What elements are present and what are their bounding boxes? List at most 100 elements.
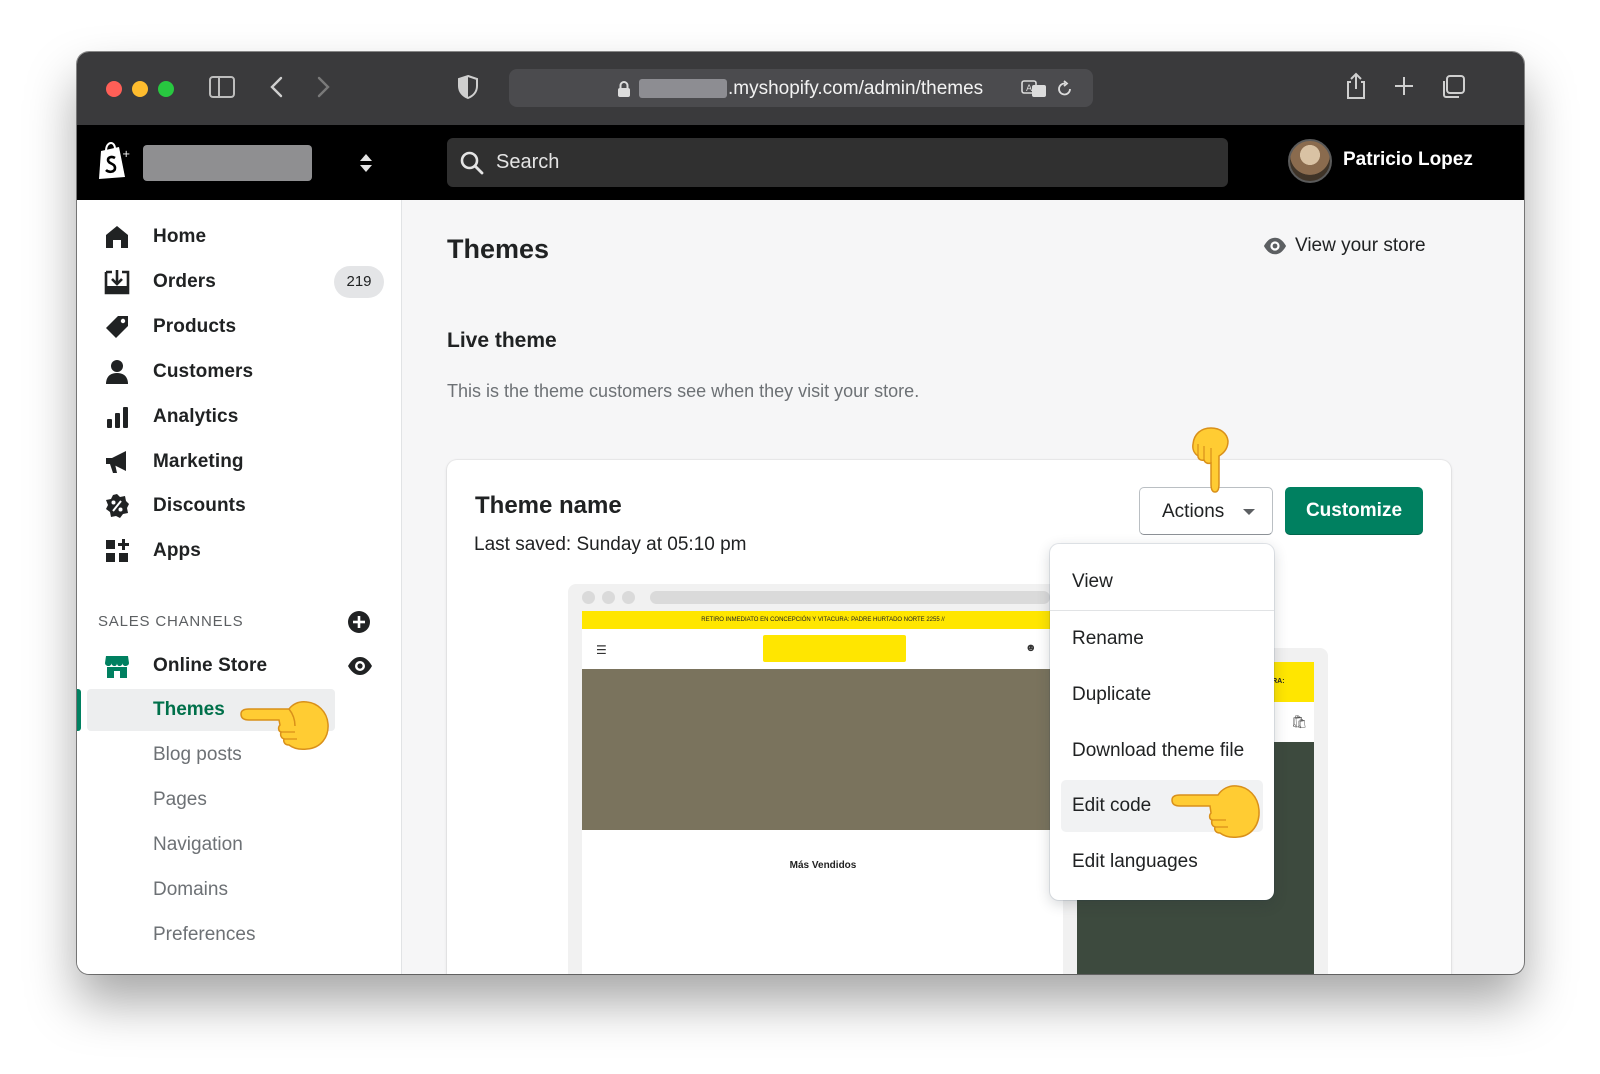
redacted-store-subdomain	[639, 79, 727, 98]
reload-icon[interactable]	[1055, 79, 1075, 99]
sidebar-item-customers[interactable]: Customers	[77, 352, 402, 392]
menu-item-duplicate[interactable]: Duplicate	[1050, 669, 1274, 721]
menu-item-download-theme-file[interactable]: Download theme file	[1050, 725, 1274, 777]
megaphone-icon	[106, 451, 126, 473]
sidebar-subitem-label: Preferences	[153, 924, 256, 945]
customize-button[interactable]: Customize	[1285, 487, 1423, 535]
sidebar-item-apps[interactable]: Apps	[77, 531, 402, 571]
tag-icon	[106, 316, 128, 338]
orders-icon	[104, 270, 130, 295]
caret-down-icon	[1243, 509, 1255, 515]
zoom-window-button[interactable]	[158, 81, 174, 97]
home-icon	[106, 226, 128, 248]
actions-dropdown-menu: View Rename Duplicate Download theme fil…	[1050, 544, 1274, 900]
pointing-hand-left-to-edit-code-icon	[1171, 785, 1260, 838]
sidebar-subitem-domains[interactable]: Domains	[87, 869, 335, 911]
preview-dot	[602, 591, 615, 604]
avatar[interactable]	[1288, 139, 1332, 183]
desktop-theme-preview[interactable]: RETIRO INMEDIATO EN CONCEPCIÓN Y VITACUR…	[568, 584, 1064, 974]
menu-item-label: Edit code	[1072, 795, 1152, 816]
close-window-button[interactable]	[106, 81, 122, 97]
sidebar-item-label: Marketing	[153, 451, 244, 472]
share-icon[interactable]	[1345, 71, 1367, 101]
sidebar-item-marketing[interactable]: Marketing	[77, 442, 402, 482]
sidebar-subitem-label: Themes	[153, 699, 225, 720]
sidebar-subitem-label: Navigation	[153, 834, 243, 855]
menu-item-label: Download theme file	[1072, 740, 1245, 761]
sidebar-item-label: Home	[153, 226, 207, 247]
sidebar-item-label: Customers	[153, 361, 254, 382]
live-theme-title: Live theme	[447, 329, 557, 352]
sidebar-item-analytics[interactable]: Analytics	[77, 397, 402, 437]
menu-item-view[interactable]: View	[1050, 556, 1274, 608]
orders-count-badge: 219	[334, 266, 384, 298]
pointing-hand-right-icon	[240, 701, 329, 750]
store-name-redacted[interactable]	[143, 145, 312, 181]
last-saved-text: Last saved: Sunday at 05:10 pm	[474, 534, 747, 555]
preview-screen: RETIRO INMEDIATO EN CONCEPCIÓN Y VITACUR…	[582, 611, 1064, 974]
preview-dot	[582, 591, 595, 604]
tab-overview-icon[interactable]	[1440, 74, 1466, 100]
pointing-hand-down-icon	[1192, 427, 1229, 493]
sidebar-toggle-icon[interactable]	[208, 74, 236, 100]
preview-header: ☰ ☻	[582, 629, 1064, 669]
menu-item-label: Duplicate	[1072, 684, 1152, 705]
sidebar-item-label: Products	[153, 316, 237, 337]
sidebar: Home Orders 219 Products Customers Analy…	[77, 200, 402, 974]
sidebar-item-orders[interactable]: Orders 219	[77, 262, 402, 302]
person-icon	[106, 360, 128, 384]
search-placeholder: Search	[496, 151, 560, 173]
lock-icon	[618, 81, 630, 97]
back-arrow-icon[interactable]	[267, 74, 287, 100]
preview-hero-image	[582, 669, 1064, 830]
actions-button-label: Actions	[1162, 501, 1225, 522]
sidebar-item-products[interactable]: Products	[77, 307, 402, 347]
apps-icon	[106, 539, 129, 562]
shopify-logo-icon[interactable]: +	[95, 141, 131, 181]
preview-url-bar	[650, 591, 1050, 604]
new-tab-icon[interactable]	[1393, 74, 1415, 98]
svg-text:+: +	[122, 149, 130, 160]
privacy-shield-icon[interactable]	[457, 74, 479, 100]
sidebar-item-label: Discounts	[153, 495, 246, 516]
sidebar-item-discounts[interactable]: Discounts	[77, 486, 402, 526]
add-channel-icon[interactable]	[347, 610, 371, 634]
sidebar-item-label: Analytics	[153, 406, 239, 427]
menu-item-rename[interactable]: Rename	[1050, 613, 1274, 665]
menu-item-label: View	[1072, 571, 1113, 592]
preview-dot	[622, 591, 635, 604]
cart-icon: 🛍	[1291, 714, 1308, 729]
translate-icon[interactable]: A	[1021, 79, 1049, 99]
eye-icon	[1263, 237, 1287, 255]
hamburger-menu-icon: ☰	[596, 643, 607, 657]
discount-icon	[106, 494, 129, 518]
theme-name: Theme name	[475, 492, 622, 519]
url-text: .myshopify.com/admin/themes	[728, 78, 984, 99]
minimize-window-button[interactable]	[132, 81, 148, 97]
admin-topbar: + Search Patricio Lopez	[77, 125, 1524, 200]
search-input[interactable]: Search	[447, 138, 1228, 187]
online-store-icon	[105, 656, 129, 678]
address-bar[interactable]: .myshopify.com/admin/themes A	[509, 69, 1093, 107]
menu-item-edit-languages[interactable]: Edit languages	[1050, 836, 1274, 888]
user-name[interactable]: Patricio Lopez	[1343, 149, 1473, 171]
sidebar-item-home[interactable]: Home	[77, 217, 402, 257]
view-online-store-eye-icon[interactable]	[347, 656, 373, 676]
browser-window: .myshopify.com/admin/themes A + Search P…	[77, 52, 1524, 974]
sidebar-subitem-label: Domains	[153, 879, 228, 900]
sidebar-subitem-preferences[interactable]: Preferences	[87, 914, 335, 956]
preview-announcement-bar: RETIRO INMEDIATO EN CONCEPCIÓN Y VITACUR…	[582, 611, 1064, 629]
forward-arrow-icon[interactable]	[313, 74, 333, 100]
customize-button-label: Customize	[1305, 500, 1403, 521]
browser-toolbar: .myshopify.com/admin/themes A	[77, 52, 1524, 125]
bar-chart-icon	[107, 407, 128, 428]
store-switcher-icon[interactable]	[358, 151, 374, 175]
sidebar-subitem-navigation[interactable]: Navigation	[87, 824, 335, 866]
active-indicator	[77, 689, 81, 731]
sidebar-subitem-pages[interactable]: Pages	[87, 779, 335, 821]
menu-item-label: Rename	[1072, 628, 1144, 649]
view-your-store-label: View your store	[1295, 235, 1426, 256]
live-theme-card: Theme name Last saved: Sunday at 05:10 p…	[447, 427, 1451, 974]
main-content: Themes View your store Live theme This i…	[403, 200, 1524, 974]
page-title: Themes	[447, 234, 550, 264]
